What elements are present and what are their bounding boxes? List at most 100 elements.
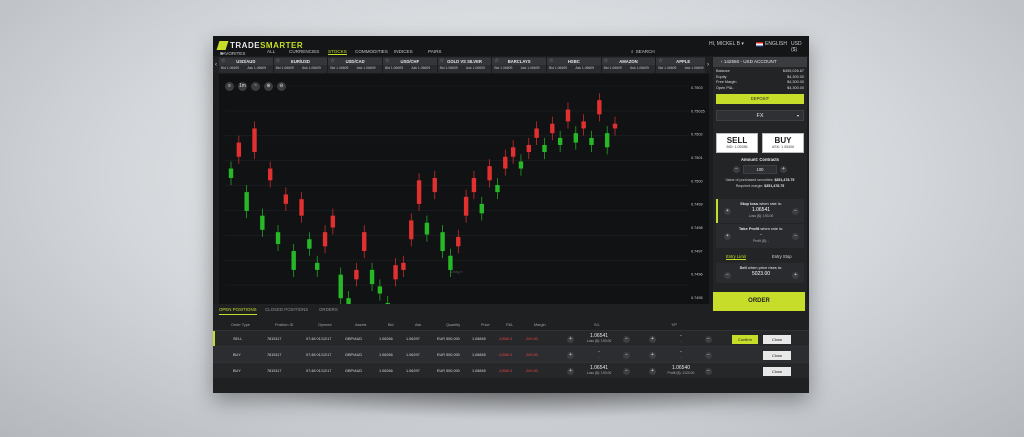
column-header[interactable]: Assets	[355, 323, 366, 327]
candle-body[interactable]	[432, 177, 437, 193]
candle-body[interactable]	[315, 262, 320, 270]
sl-plus-button[interactable]: +	[567, 368, 574, 375]
tp-plus-button[interactable]: +	[649, 368, 656, 375]
sell-button[interactable]: SELL BID: 1.05286	[716, 133, 758, 153]
currency-selector[interactable]: USD ($)	[791, 41, 809, 53]
column-header[interactable]: P&L	[506, 323, 513, 327]
star-icon[interactable]: ☆	[658, 58, 662, 65]
column-header[interactable]: Ask	[415, 323, 421, 327]
candle-body[interactable]	[283, 194, 289, 204]
star-icon[interactable]: ☆	[221, 58, 225, 65]
candle-body[interactable]	[401, 262, 406, 270]
candle-body[interactable]	[252, 128, 257, 153]
tp-minus-button[interactable]: −	[705, 368, 712, 375]
candle-body[interactable]	[275, 232, 281, 244]
sell-when-plus-button[interactable]: +	[792, 272, 799, 279]
close-position-button[interactable]: Close	[763, 351, 791, 360]
candle-body[interactable]	[330, 215, 336, 228]
candle-body[interactable]	[557, 137, 563, 145]
user-menu[interactable]: HI, MICKEL B ▾	[709, 41, 744, 47]
sl-cell[interactable]: --	[579, 349, 619, 359]
candle-body[interactable]	[503, 156, 508, 169]
language-selector[interactable]: ENGLISH	[756, 41, 787, 47]
ticker-item[interactable]: USD/AUD ☆ Bid 1.06609 Ask 1.06609	[219, 57, 274, 73]
candle-body[interactable]	[228, 168, 234, 178]
nav-stocks[interactable]: STOCKS	[328, 49, 347, 55]
candle-body[interactable]	[550, 123, 555, 134]
sl-cell[interactable]: 1.06541 Loss ($): 193.00	[579, 333, 619, 343]
column-header[interactable]: Position ID	[275, 323, 293, 327]
candle-body[interactable]	[510, 147, 516, 157]
ticker-item[interactable]: APPLE ☆ Bid 1.06609 Ask 1.06609	[656, 57, 711, 73]
star-icon[interactable]: ☆	[494, 58, 498, 65]
tp-minus-button[interactable]: −	[705, 336, 712, 343]
close-position-button[interactable]: Close	[763, 335, 791, 344]
tab-closed-positions[interactable]: CLOSED POSITIONS	[265, 307, 308, 312]
sl-minus-button[interactable]: −	[623, 368, 630, 375]
column-header[interactable]: Quantity	[446, 323, 460, 327]
ticker-next-arrow[interactable]: ›	[705, 57, 711, 73]
sl-cell[interactable]: 1.06541 Loss ($): 193.00	[579, 365, 619, 375]
candle-body[interactable]	[612, 123, 618, 129]
candle-body[interactable]	[307, 239, 312, 249]
candle-body[interactable]	[236, 142, 242, 157]
column-header[interactable]: Order Type	[231, 323, 250, 327]
candle-body[interactable]	[393, 265, 398, 280]
candle-body[interactable]	[409, 220, 414, 240]
deposit-button[interactable]: DEPOSIT	[716, 94, 804, 104]
column-header[interactable]: S/L	[594, 323, 600, 327]
tab-entry-stop[interactable]: Entry Stop	[772, 254, 792, 259]
candle-body[interactable]	[565, 109, 571, 122]
zoom-out-icon[interactable]: ⊖	[277, 82, 286, 91]
table-row[interactable]: BUY 7815117 07:48 01/12/17 GBP/AUD 1.06266 1.…	[213, 362, 809, 378]
ticker-item[interactable]: HSBC ☆ Bid 1.06609 Ask 1.06609	[547, 57, 602, 73]
star-icon[interactable]: ☆	[604, 58, 608, 65]
sl-minus-button[interactable]: −	[623, 336, 630, 343]
column-header[interactable]: Margin	[534, 323, 546, 327]
tab-entry-limit[interactable]: Entry Limit	[726, 254, 746, 260]
zoom-in-icon[interactable]: ⊕	[264, 82, 273, 91]
candle-body[interactable]	[440, 232, 445, 252]
column-header[interactable]: Opened	[318, 323, 332, 327]
candle-body[interactable]	[267, 168, 273, 181]
tp-cell[interactable]: --	[661, 349, 701, 359]
close-position-button[interactable]: Close	[763, 367, 791, 376]
search-button[interactable]: ⌕ SEARCH	[631, 49, 655, 54]
sl-plus-button[interactable]: +	[567, 352, 574, 359]
candle-body[interactable]	[581, 121, 586, 129]
confirm-button[interactable]: Confirm	[732, 335, 758, 344]
tp-plus-button[interactable]: +	[649, 336, 656, 343]
column-header[interactable]: Price	[481, 323, 490, 327]
candle-body[interactable]	[597, 100, 602, 115]
candle-body[interactable]	[448, 255, 453, 270]
candle-body[interactable]	[354, 269, 359, 280]
candle-body[interactable]	[338, 274, 343, 299]
candle-body[interactable]	[573, 133, 579, 143]
nav-indices[interactable]: INDICES	[394, 49, 413, 54]
candle-body[interactable]	[487, 166, 492, 181]
star-icon[interactable]: ☆	[385, 58, 389, 65]
candle-body[interactable]	[456, 236, 461, 247]
tp-cell[interactable]: 1.06540 Profit ($): 1120.00	[661, 365, 701, 375]
nav-currencies[interactable]: CURRENCIES	[289, 49, 319, 54]
candle-body[interactable]	[471, 177, 477, 193]
nav-all[interactable]: ALL	[267, 49, 275, 54]
amount-input[interactable]: 100	[743, 165, 777, 174]
candle-body[interactable]	[244, 192, 249, 211]
candle-body[interactable]	[526, 144, 531, 153]
candle-body[interactable]	[322, 232, 328, 247]
candle-body[interactable]	[369, 269, 375, 285]
candle-body[interactable]	[291, 251, 296, 270]
instrument-select[interactable]: FX ▾	[716, 110, 804, 121]
star-icon[interactable]: ☆	[440, 58, 444, 65]
tp-minus-button[interactable]: −	[705, 352, 712, 359]
ticker-item[interactable]: AMAZON ☆ Bid 1.06609 Ask 1.06609	[601, 57, 657, 73]
ticker-item[interactable]: EUR/USD ☆ Bid 1.06609 Ask 1.06609	[273, 57, 329, 73]
candle-body[interactable]	[589, 137, 594, 145]
amount-minus-button[interactable]: −	[733, 166, 740, 173]
candle-body[interactable]	[424, 222, 430, 235]
table-row[interactable]: BUY 7815117 07:48 01/12/17 GBP/AUD 1.06266 1.…	[213, 346, 809, 362]
tp-plus-button[interactable]: +	[649, 352, 656, 359]
nav-commodities[interactable]: COMMODITIES	[355, 49, 388, 54]
candle-body[interactable]	[463, 196, 469, 216]
